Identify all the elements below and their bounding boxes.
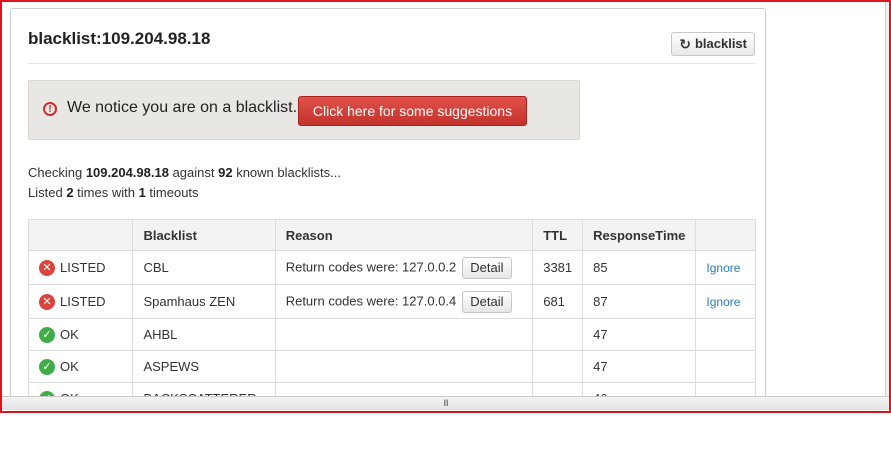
- highlight-frame: [0, 0, 891, 413]
